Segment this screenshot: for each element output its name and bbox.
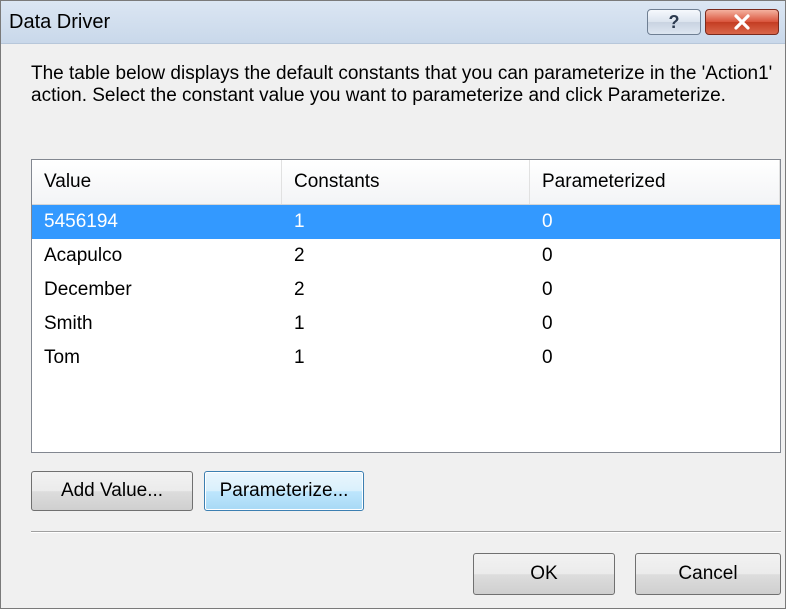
cancel-button[interactable]: Cancel <box>635 553 781 595</box>
cell-value: December <box>44 279 132 300</box>
question-mark-icon: ? <box>668 11 680 32</box>
cell-parameterized: 0 <box>542 211 553 232</box>
column-header-parameterized[interactable]: Parameterized <box>530 160 780 204</box>
table-row[interactable]: Acapulco 2 0 <box>32 239 780 273</box>
window-title: Data Driver <box>9 11 111 33</box>
cell-value: Tom <box>44 347 80 368</box>
description-text: The table below displays the default con… <box>31 63 773 106</box>
cell-constants: 2 <box>294 279 305 300</box>
table-header: Value Constants Parameterized <box>32 160 780 205</box>
close-icon <box>734 14 750 30</box>
cell-parameterized: 0 <box>542 279 553 300</box>
table-row[interactable]: December 2 0 <box>32 273 780 307</box>
cell-value: Acapulco <box>44 245 123 266</box>
column-header-constants[interactable]: Constants <box>282 160 530 204</box>
constants-table[interactable]: Value Constants Parameterized 5456194 1 … <box>31 159 781 453</box>
separator <box>31 531 781 533</box>
cell-parameterized: 0 <box>542 347 553 368</box>
parameterize-button[interactable]: Parameterize... <box>204 471 364 511</box>
title-bar[interactable]: Data Driver ? <box>1 1 785 44</box>
add-value-button[interactable]: Add Value... <box>31 471 193 511</box>
table-row[interactable]: Tom 1 0 <box>32 341 780 375</box>
column-header-value[interactable]: Value <box>32 160 282 204</box>
help-button[interactable]: ? <box>647 9 701 35</box>
cell-parameterized: 0 <box>542 245 553 266</box>
cell-constants: 1 <box>294 347 305 368</box>
cell-parameterized: 0 <box>542 313 553 334</box>
table-row[interactable]: Smith 1 0 <box>32 307 780 341</box>
cell-constants: 1 <box>294 313 305 334</box>
cell-value: Smith <box>44 313 93 334</box>
cell-constants: 1 <box>294 211 305 232</box>
close-button[interactable] <box>705 9 779 35</box>
cell-constants: 2 <box>294 245 305 266</box>
table-row[interactable]: 5456194 1 0 <box>32 205 780 239</box>
cell-value: 5456194 <box>44 211 118 232</box>
data-driver-dialog: Data Driver ? The table below displays t… <box>0 0 786 609</box>
ok-button[interactable]: OK <box>473 553 615 595</box>
